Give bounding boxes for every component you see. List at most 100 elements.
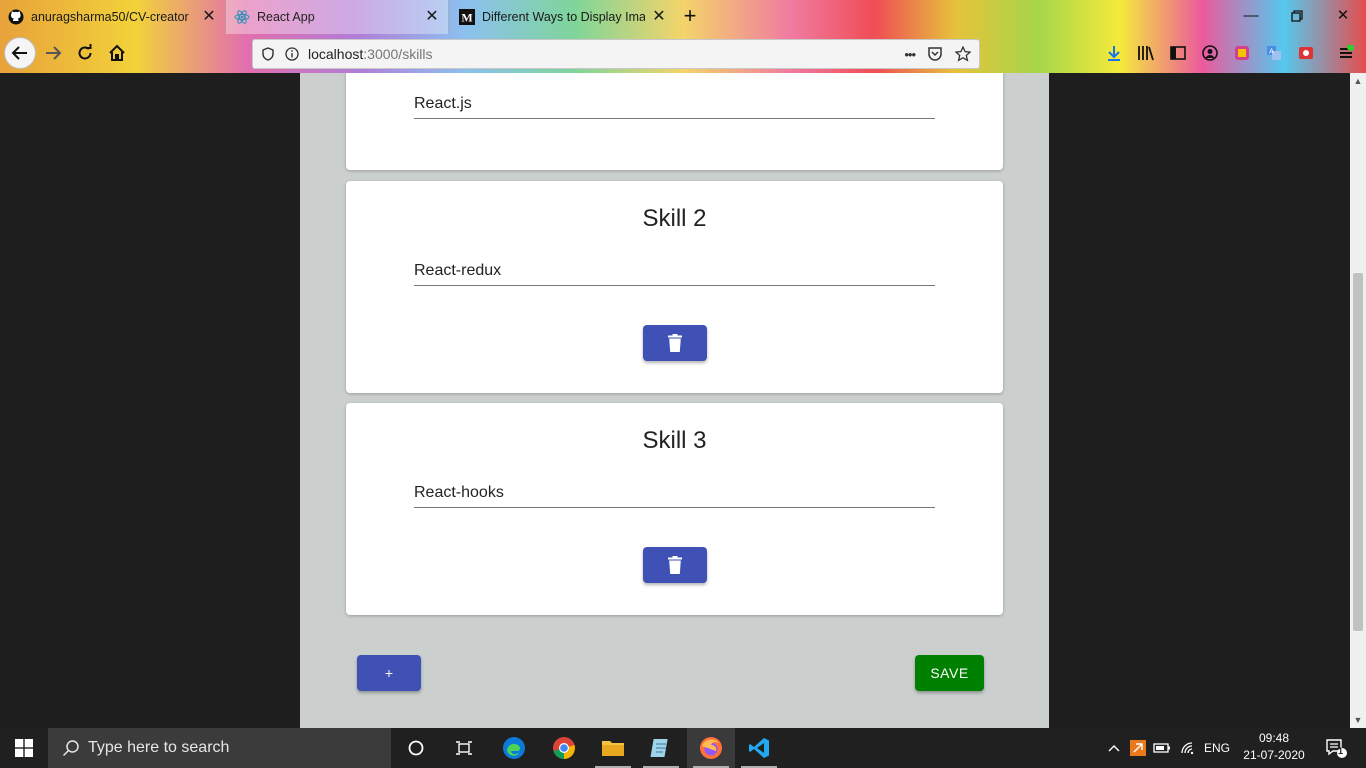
tab-title: React App xyxy=(257,10,315,24)
skills-page: Skill 2 Skill 3 + SAVE xyxy=(300,73,1049,728)
task-view-icon xyxy=(456,741,472,755)
shield-icon xyxy=(261,47,275,61)
scroll-up-icon[interactable]: ▲ xyxy=(1350,73,1366,89)
delete-skill-button[interactable] xyxy=(643,325,707,361)
action-center-button[interactable]: 1 xyxy=(1318,728,1354,768)
trash-icon xyxy=(668,334,682,352)
app-tray-icon[interactable] xyxy=(1129,728,1147,768)
network-tray-icon[interactable] xyxy=(1178,728,1198,768)
tab-strip: anuragsharma50/CV-creator ✕ React App ✕ … xyxy=(0,0,1366,34)
scroll-down-icon[interactable]: ▼ xyxy=(1350,712,1366,728)
tab-title: Different Ways to Display Ima xyxy=(482,10,645,24)
system-clock[interactable]: 09:48 21-07-2020 xyxy=(1236,730,1312,764)
battery-tray-icon[interactable] xyxy=(1152,728,1172,768)
firefox-taskbar-button[interactable] xyxy=(687,728,735,768)
info-icon[interactable] xyxy=(285,47,299,61)
skill-card: Skill 2 xyxy=(346,181,1003,393)
svg-text:M: M xyxy=(461,11,472,25)
sidebar-icon[interactable] xyxy=(1168,43,1188,63)
cortana-button[interactable] xyxy=(392,728,440,768)
page-actions-button[interactable]: ••• xyxy=(904,47,916,62)
show-hidden-icons-button[interactable] xyxy=(1104,728,1124,768)
url-bar[interactable]: localhost:3000/skills ••• xyxy=(252,39,980,69)
home-button[interactable] xyxy=(101,37,133,69)
vscode-icon xyxy=(749,738,769,758)
close-tab-icon[interactable]: ✕ xyxy=(424,9,440,25)
skill-input[interactable] xyxy=(414,87,935,117)
browser-chrome: anuragsharma50/CV-creator ✕ React App ✕ … xyxy=(0,0,1366,73)
edge-icon xyxy=(503,737,525,759)
task-view-button[interactable] xyxy=(440,728,488,768)
skill-input-field[interactable] xyxy=(414,87,935,119)
skill-card xyxy=(346,73,1003,170)
reload-button[interactable] xyxy=(69,37,101,69)
svg-text:A: A xyxy=(1269,49,1274,56)
menu-icon[interactable] xyxy=(1336,43,1356,63)
clock-date: 21-07-2020 xyxy=(1243,748,1305,762)
language-indicator[interactable]: ENG xyxy=(1201,728,1233,768)
arrow-left-icon xyxy=(11,46,27,60)
screenshot-extension-icon[interactable] xyxy=(1296,43,1316,63)
skill-input-field[interactable] xyxy=(414,476,935,508)
close-window-button[interactable]: ✕ xyxy=(1320,0,1366,32)
download-icon[interactable] xyxy=(1104,43,1124,63)
restore-button[interactable] xyxy=(1274,0,1320,32)
file-explorer-taskbar-button[interactable] xyxy=(589,728,637,768)
trash-icon xyxy=(668,556,682,574)
tab-github[interactable]: anuragsharma50/CV-creator ✕ xyxy=(0,0,225,34)
home-icon xyxy=(109,44,125,61)
pocket-icon[interactable] xyxy=(927,46,943,62)
back-button[interactable] xyxy=(4,37,36,69)
windows-logo-icon xyxy=(15,739,33,757)
chrome-taskbar-button[interactable] xyxy=(540,728,588,768)
chrome-icon xyxy=(553,737,575,759)
account-icon[interactable] xyxy=(1200,43,1220,63)
minimize-button[interactable]: — xyxy=(1228,0,1274,32)
medium-icon: M xyxy=(459,9,475,25)
github-icon xyxy=(8,9,24,25)
url-host: localhost xyxy=(308,46,364,62)
search-icon xyxy=(62,740,79,757)
close-tab-icon[interactable]: ✕ xyxy=(651,9,667,25)
forward-button[interactable] xyxy=(37,37,69,69)
search-placeholder: Type here to search xyxy=(88,739,230,756)
bookmark-star-icon[interactable] xyxy=(955,46,971,62)
translate-icon[interactable]: A xyxy=(1264,43,1284,63)
library-icon[interactable] xyxy=(1136,43,1156,63)
skill-card: Skill 3 xyxy=(346,403,1003,615)
windows-taskbar: Type here to search ENG 09:48 21-07-2020 xyxy=(0,728,1366,768)
clock-time: 09:48 xyxy=(1258,731,1290,745)
skill-input[interactable] xyxy=(414,476,935,506)
taskbar-search-box[interactable]: Type here to search xyxy=(48,728,391,768)
scrollbar-thumb[interactable] xyxy=(1353,273,1363,631)
edge-taskbar-button[interactable] xyxy=(490,728,538,768)
new-tab-button[interactable]: + xyxy=(676,4,704,30)
skill-input[interactable] xyxy=(414,254,935,284)
chevron-up-icon xyxy=(1108,745,1120,752)
close-tab-icon[interactable]: ✕ xyxy=(201,9,217,25)
reload-icon xyxy=(78,44,92,60)
skill-title: Skill 3 xyxy=(642,427,707,454)
notepad-icon xyxy=(650,739,668,757)
vscode-taskbar-button[interactable] xyxy=(735,728,783,768)
skill-input-field[interactable] xyxy=(414,254,935,286)
extension-icon[interactable] xyxy=(1232,43,1252,63)
arrow-right-icon xyxy=(46,46,62,60)
vertical-scrollbar[interactable]: ▲ ▼ xyxy=(1350,73,1366,728)
notes-taskbar-button[interactable] xyxy=(637,728,685,768)
save-button[interactable]: SAVE xyxy=(915,655,984,691)
tab-react-app[interactable]: React App ✕ xyxy=(225,0,449,34)
tray-app-icon xyxy=(1130,740,1146,756)
tab-medium[interactable]: M Different Ways to Display Ima ✕ xyxy=(451,0,675,34)
navigation-toolbar: localhost:3000/skills ••• A xyxy=(0,34,1366,73)
page-viewport: Skill 2 Skill 3 + SAVE xyxy=(0,73,1350,728)
delete-skill-button[interactable] xyxy=(643,547,707,583)
tab-title: anuragsharma50/CV-creator xyxy=(31,10,189,24)
firefox-icon xyxy=(700,737,722,759)
notification-count: 1 xyxy=(1338,746,1344,756)
wifi-icon xyxy=(1181,742,1194,755)
battery-icon xyxy=(1153,743,1170,753)
start-button[interactable] xyxy=(0,728,48,768)
notification-icon xyxy=(1326,739,1347,758)
add-skill-button[interactable]: + xyxy=(357,655,421,691)
